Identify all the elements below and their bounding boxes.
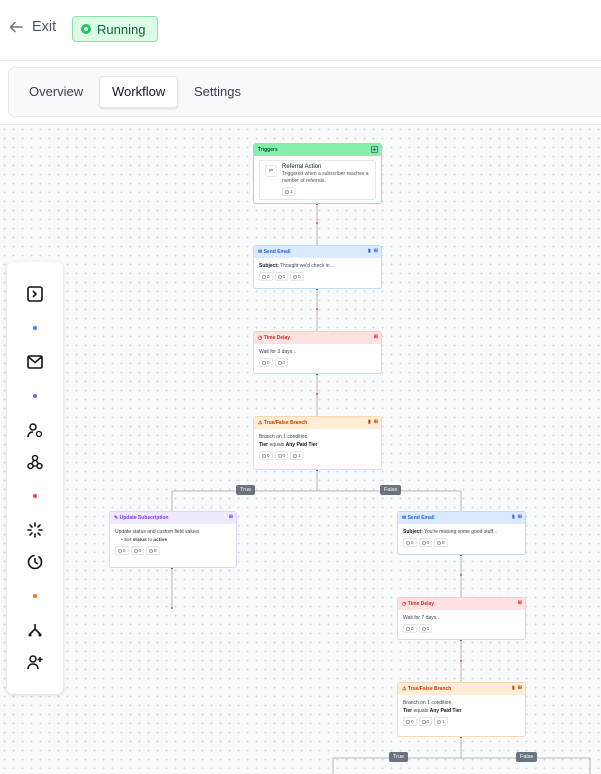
trigger-item-desc-1: Triggered when a subscriber reaches a [282,171,369,177]
palette-dot-red [33,494,37,498]
stat-3: 1 [290,451,304,460]
stat-2: 0 [274,451,289,460]
true-branch-label-2: True [389,752,409,762]
trigger-node-title: Triggers [258,147,278,153]
stat-3: 0 [146,546,160,555]
update-subscription-node[interactable]: ✎ Update Subscription ⊞ Update status an… [109,511,237,568]
send-email-node-2[interactable]: ✉ Send Email ▮ ⊞ Subject: You're missing … [397,511,526,555]
stat-2: 0 [418,717,433,726]
exit-button[interactable]: Exit [8,19,56,35]
stat-3: 1 [434,717,448,726]
stat-completed: 0 [418,624,433,633]
stat-1: 0 [115,546,129,555]
palette-dot-blue [33,326,37,330]
sidebar-toggle-icon[interactable] [25,284,45,304]
send-email-node-1-header: ✉ Send Email ▮ ⊞ [254,246,381,258]
clock-icon[interactable] [25,552,45,572]
stat-completed: 0 [274,358,289,367]
send-email-node-1[interactable]: ✉ Send Email ▮ ⊞ Subject: Thought we'd ch… [253,245,382,289]
arrow-left-icon [9,21,23,33]
tab-settings[interactable]: Settings [182,76,253,108]
trigger-item[interactable]: ⇄ Referral Action Triggered when a subsc… [259,160,376,200]
time-delay-node-1[interactable]: ◷ Time Delay ⊞ Wait for 3 days... 0 0 [253,331,382,374]
settings-icon[interactable]: ⊞ [518,514,522,520]
branch-node-2-header: ⚠ True/False Branch ▮ ⊞ [398,683,525,695]
trigger-item-title: Referral Action [282,164,322,170]
stat-sent: 0 [403,538,417,547]
settings-icon[interactable]: ⊞ [518,600,522,606]
user-plus-icon[interactable] [25,652,45,672]
webhook-icon[interactable] [25,452,45,472]
stat-2: 0 [130,546,145,555]
trigger-node-header: Triggers [254,144,381,156]
stat-clicked: 0 [434,538,448,547]
bar-chart-icon[interactable]: ▮ [368,419,371,425]
branch-node-1[interactable]: ⚠ True/False Branch ▮ ⊞ Branch on 1 condi… [253,416,382,470]
status-label: Running [97,21,146,37]
settings-icon[interactable]: ⊞ [374,419,378,425]
send-email-node-2-header: ✉ Send Email ▮ ⊞ [398,512,525,524]
true-branch-label: True [236,485,256,495]
trigger-count: 1 [282,187,296,196]
user-icon [285,189,289,194]
time-delay-node-2[interactable]: ◷ Time Delay ⊞ Wait for 7 days... 0 0 [397,597,526,640]
user-check-icon[interactable] [25,420,45,440]
branch-node-1-header: ⚠ True/False Branch ▮ ⊞ [254,417,381,429]
branch-node-2[interactable]: ⚠ True/False Branch ▮ ⊞ Branch on 1 condi… [397,682,526,737]
settings-icon[interactable]: ⊞ [374,334,378,340]
trigger-node[interactable]: Triggers ⇄ Referral Action Triggered whe… [253,143,382,204]
workflow-canvas[interactable]: Triggers ⇄ Referral Action Triggered whe… [0,124,601,774]
status-badge: Running [72,16,159,42]
stat-1: 0 [403,717,417,726]
settings-icon[interactable]: ⊞ [374,248,378,254]
false-branch-label: False [380,485,402,495]
status-dot-icon [81,24,91,34]
stat-1: 0 [259,451,273,460]
stat-sent: 0 [259,272,273,281]
bar-chart-icon[interactable]: ▮ [512,685,515,691]
stat-opened: 0 [274,272,289,281]
palette-dot-indigo [33,394,37,398]
trigger-item-desc-2: number of referrals. [282,178,326,184]
false-branch-label-2: False [516,752,538,762]
settings-icon[interactable]: ⊞ [518,685,522,691]
settings-icon[interactable] [371,146,378,153]
node-palette [7,262,63,694]
tab-workflow[interactable]: Workflow [99,76,179,108]
time-delay-node-1-header: ◷ Time Delay ⊞ [254,332,381,344]
stat-clicked: 0 [290,272,304,281]
top-bar: Exit Running [0,0,601,61]
mail-icon[interactable] [25,352,45,372]
exit-label: Exit [32,19,57,35]
stat-waiting: 0 [403,624,417,633]
loader-icon[interactable] [25,520,45,540]
time-delay-node-2-header: ◷ Time Delay ⊞ [398,598,525,610]
bar-chart-icon[interactable]: ▮ [512,514,515,520]
update-subscription-node-header: ✎ Update Subscription ⊞ [110,512,236,524]
referral-icon: ⇄ [265,165,277,177]
tab-bar: Overview Workflow Settings [8,67,601,117]
stat-opened: 0 [418,538,433,547]
tab-overview[interactable]: Overview [17,76,95,108]
palette-dot-orange [33,594,37,598]
settings-icon[interactable]: ⊞ [229,514,233,520]
bar-chart-icon[interactable]: ▮ [368,248,371,254]
stat-waiting: 0 [259,358,273,367]
branch-icon[interactable] [25,620,45,640]
